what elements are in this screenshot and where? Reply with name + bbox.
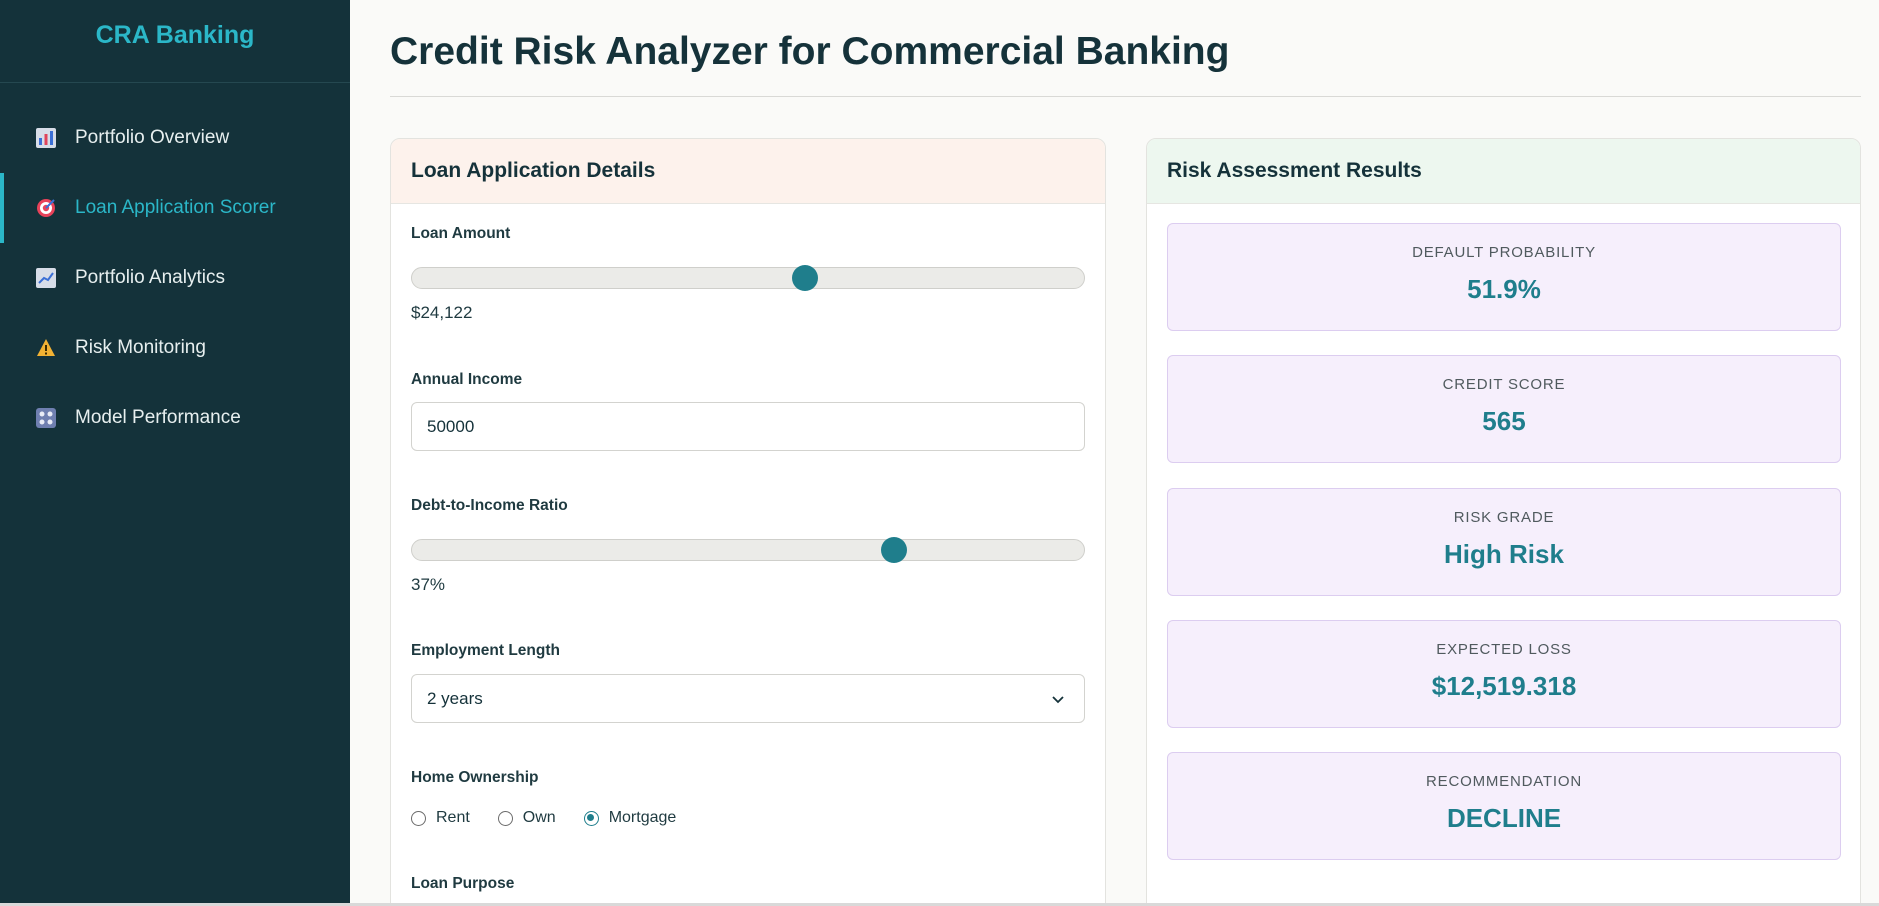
loan-amount-slider[interactable]: [411, 265, 1085, 291]
sidebar-item-loan-application-scorer[interactable]: Loan Application Scorer: [0, 173, 350, 243]
sidebar-item-label: Portfolio Analytics: [75, 267, 225, 288]
metric-value: 565: [1482, 406, 1526, 436]
metric-label: DEFAULT PROBABILITY: [1412, 244, 1596, 261]
radio-mortgage[interactable]: Mortgage: [583, 809, 677, 827]
dti-slider-thumb[interactable]: [881, 537, 908, 563]
metric-value: DECLINE: [1446, 803, 1562, 833]
metric-value: $12,519.318: [1431, 671, 1577, 701]
sidebar-item-risk-monitoring[interactable]: Risk Monitoring: [0, 313, 350, 383]
home-ownership-label: Home Ownership: [411, 769, 539, 786]
sidebar-nav: Portfolio Overview Loan Application Scor…: [0, 103, 350, 453]
radio-mortgage-circle[interactable]: [583, 810, 599, 826]
loan-amount-value: $24,122: [411, 303, 473, 322]
metric-value: High Risk: [1444, 539, 1564, 569]
dti-slider[interactable]: [411, 537, 1085, 563]
radio-mortgage-label: Mortgage: [608, 809, 677, 826]
metric-label: EXPECTED LOSS: [1436, 641, 1572, 658]
sidebar-item-portfolio-analytics[interactable]: Portfolio Analytics: [0, 243, 350, 313]
metric-recommendation: RECOMMENDATION DECLINE: [1167, 752, 1841, 860]
sidebar-item-label: Risk Monitoring: [75, 337, 206, 358]
dashboard-icon: [35, 407, 57, 429]
sidebar-item-label: Loan Application Scorer: [75, 197, 276, 218]
risk-assessment-header: Risk Assessment Results: [1147, 139, 1860, 204]
employment-length-selected: 2 years: [427, 688, 483, 708]
annual-income-input[interactable]: [411, 402, 1085, 451]
metric-label: RISK GRADE: [1453, 509, 1555, 526]
radio-rent-label: Rent: [436, 809, 470, 826]
sidebar: CRA Banking Portfolio Overview Loan Appl…: [0, 0, 350, 903]
loan-amount-label: Loan Amount: [411, 225, 511, 242]
metric-default-probability: DEFAULT PROBABILITY 51.9%: [1167, 223, 1841, 331]
metric-risk-grade: RISK GRADE High Risk: [1167, 488, 1841, 596]
target-icon: [35, 197, 57, 219]
radio-own[interactable]: Own: [497, 809, 556, 827]
metric-value: 51.9%: [1467, 274, 1541, 304]
loan-application-card: Loan Application Details Loan Amount $24…: [390, 138, 1106, 906]
title-divider: [390, 96, 1861, 97]
dti-value: 37%: [411, 575, 446, 594]
sidebar-item-label: Portfolio Overview: [75, 127, 230, 148]
line-chart-icon: [35, 267, 57, 289]
page-title: Credit Risk Analyzer for Commercial Bank…: [390, 30, 1230, 73]
loan-amount-slider-thumb[interactable]: [792, 265, 819, 291]
brand-name[interactable]: CRA Banking: [96, 21, 255, 50]
chevron-down-icon: [1052, 696, 1064, 704]
sidebar-item-model-performance[interactable]: Model Performance: [0, 383, 350, 453]
annual-income-label: Annual Income: [411, 371, 523, 388]
metric-credit-score: CREDIT SCORE 565: [1167, 355, 1841, 463]
brand: CRA Banking: [0, 0, 350, 83]
dti-label: Debt-to-Income Ratio: [411, 497, 568, 514]
radio-rent-circle[interactable]: [411, 810, 426, 826]
sidebar-item-label: Model Performance: [75, 407, 241, 428]
bar-chart-icon: [35, 127, 57, 149]
radio-rent[interactable]: Rent: [411, 809, 470, 827]
home-ownership-radio-group: Rent Own Mortgage: [411, 809, 704, 827]
radio-own-circle[interactable]: [497, 810, 513, 826]
metric-label: CREDIT SCORE: [1442, 376, 1566, 393]
radio-own-label: Own: [522, 809, 556, 826]
loan-purpose-label: Loan Purpose: [411, 875, 515, 892]
employment-length-label: Employment Length: [411, 642, 560, 659]
warning-icon: [35, 337, 57, 359]
loan-application-header: Loan Application Details: [391, 139, 1105, 204]
employment-length-select[interactable]: 2 years: [411, 674, 1085, 723]
sidebar-item-portfolio-overview[interactable]: Portfolio Overview: [0, 103, 350, 173]
metric-expected-loss: EXPECTED LOSS $12,519.318: [1167, 620, 1841, 728]
metric-label: RECOMMENDATION: [1426, 773, 1582, 790]
risk-assessment-card: Risk Assessment Results DEFAULT PROBABIL…: [1146, 138, 1861, 906]
